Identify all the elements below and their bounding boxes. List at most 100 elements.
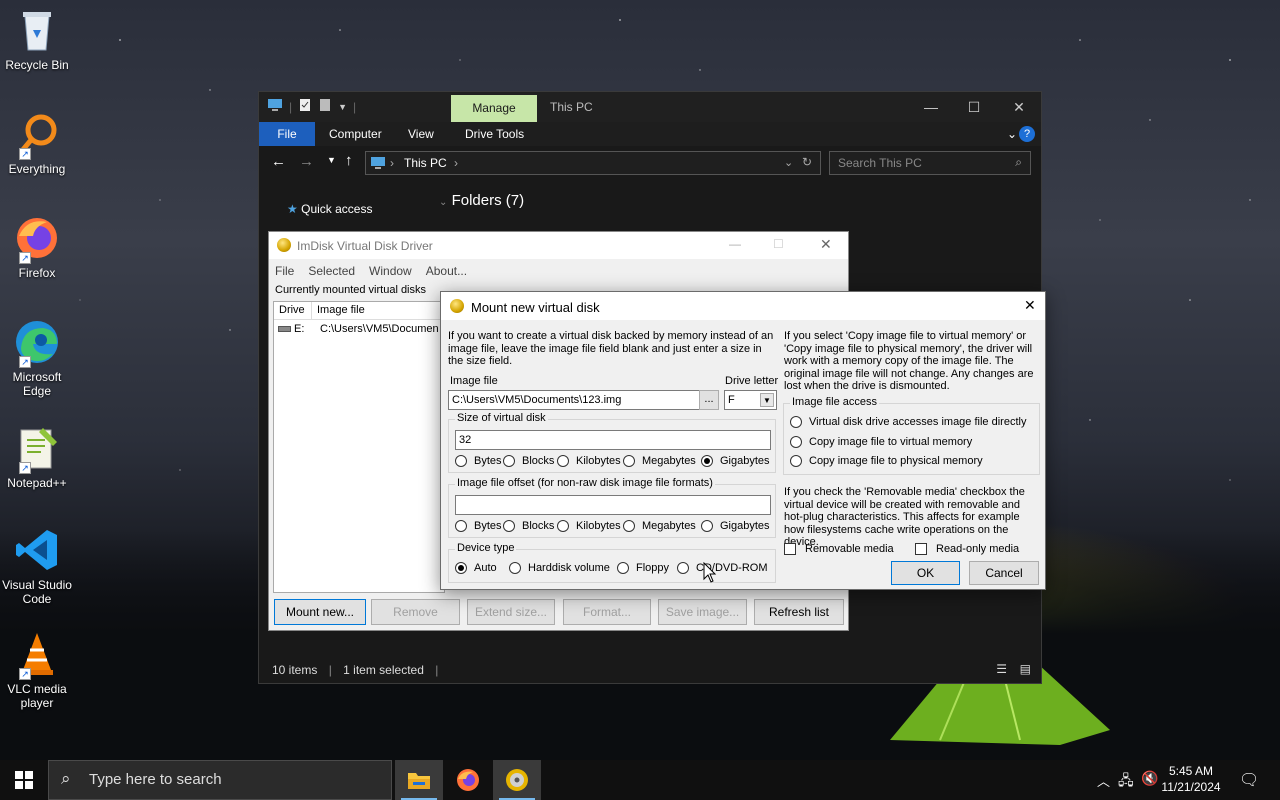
explorer-titlebar[interactable]: | ▼ | Manage This PC — ☐ ✕	[259, 92, 1041, 122]
offset-unit-bytes[interactable]: Bytes	[455, 520, 502, 532]
recent-locations-icon[interactable]: ▼	[327, 155, 336, 165]
device-type-harddisk[interactable]: Harddisk volume	[509, 562, 610, 574]
menu-file[interactable]: File	[275, 259, 294, 283]
tab-file[interactable]: File	[259, 122, 315, 146]
notifications-icon[interactable]: 🗨	[1239, 770, 1259, 790]
close-icon[interactable]: ✕	[820, 236, 832, 253]
offset-unit-kilobytes[interactable]: Kilobytes	[557, 520, 621, 532]
quick-access-dropdown-icon[interactable]: ▼	[338, 102, 347, 112]
desktop-icon-everything[interactable]: ↗ Everything	[0, 110, 74, 176]
tab-manage[interactable]: Manage	[451, 95, 537, 122]
offset-unit-megabytes[interactable]: Megabytes	[623, 520, 696, 532]
maximize-icon[interactable]: ☐	[773, 237, 784, 251]
desktop-icon-recycle-bin[interactable]: Recycle Bin	[0, 6, 74, 72]
image-file-input[interactable]: C:\Users\VM5\Documents\123.img	[448, 390, 700, 410]
back-arrow-icon[interactable]: ←	[271, 153, 286, 170]
vscode-icon	[13, 526, 61, 574]
toolbar-divider: |	[289, 99, 293, 114]
folders-heading[interactable]: ⌄ Folders (7)	[439, 192, 524, 209]
size-input[interactable]: 32	[455, 430, 771, 450]
mount-new-button[interactable]: Mount new...	[274, 599, 366, 625]
desktop-icon-vscode[interactable]: Visual Studio Code	[0, 526, 74, 606]
drive-letter-select[interactable]: F ▼	[724, 390, 777, 410]
tab-drive-tools[interactable]: Drive Tools	[455, 122, 534, 146]
taskbar-clock[interactable]: 5:45 AM 11/21/2024	[1160, 763, 1222, 795]
column-header-drive[interactable]: Drive	[274, 302, 312, 319]
device-type-cdrom[interactable]: CD/DVD-ROM	[677, 562, 768, 574]
remove-button[interactable]: Remove	[371, 599, 460, 625]
mounted-disks-list[interactable]: Drive Image file E: C:\Users\VM5\Documen	[273, 301, 445, 593]
removable-media-checkbox[interactable]: Removable media	[784, 543, 894, 555]
cancel-button[interactable]: Cancel	[969, 561, 1039, 585]
radio-label: Bytes	[474, 520, 502, 532]
minimize-icon[interactable]: —	[921, 97, 941, 117]
windows-start-icon[interactable]	[15, 771, 33, 792]
menu-selected[interactable]: Selected	[308, 259, 355, 283]
taskbar-imdisk[interactable]	[493, 760, 541, 800]
help-icon[interactable]: ?	[1019, 126, 1035, 142]
format-button[interactable]: Format...	[563, 599, 651, 625]
menu-window[interactable]: Window	[369, 259, 412, 283]
table-row[interactable]: E: C:\Users\VM5\Documen	[274, 320, 444, 338]
mount-dialog-titlebar[interactable]: Mount new virtual disk ✕	[441, 292, 1045, 320]
volume-muted-icon[interactable]: 🔇	[1141, 770, 1158, 787]
details-view-icon[interactable]: ☰	[996, 662, 1007, 676]
radio-icon	[503, 455, 515, 467]
refresh-list-button[interactable]: Refresh list	[754, 599, 844, 625]
radio-label: Floppy	[636, 562, 670, 574]
new-folder-icon[interactable]	[318, 98, 332, 115]
breadcrumb-this-pc[interactable]: This PC	[404, 156, 447, 170]
address-dropdown-icon[interactable]: ⌄	[784, 156, 793, 169]
desktop-icon-vlc[interactable]: ↗ VLC media player	[0, 630, 74, 710]
size-unit-kilobytes[interactable]: Kilobytes	[557, 455, 621, 467]
extend-size-button[interactable]: Extend size...	[467, 599, 555, 625]
refresh-icon[interactable]: ↻	[802, 155, 812, 169]
desktop-icon-firefox[interactable]: ↗ Firefox	[0, 214, 74, 280]
offset-unit-gigabytes[interactable]: Gigabytes	[701, 520, 770, 532]
save-image-button[interactable]: Save image...	[658, 599, 747, 625]
mount-dialog[interactable]: Mount new virtual disk ✕ If you want to …	[440, 291, 1046, 590]
device-type-floppy[interactable]: Floppy	[617, 562, 669, 574]
image-access-group: Image file access Virtual disk drive acc…	[783, 396, 1040, 475]
ok-button[interactable]: OK	[891, 561, 960, 585]
properties-icon[interactable]	[298, 98, 312, 115]
offset-input[interactable]	[455, 495, 771, 515]
menu-about[interactable]: About...	[426, 259, 467, 283]
radio-icon	[790, 436, 802, 448]
access-virtual-memory[interactable]: Copy image file to virtual memory	[790, 436, 972, 448]
search-input[interactable]: Search This PC ⌕	[829, 151, 1031, 175]
size-unit-gigabytes[interactable]: Gigabytes	[701, 455, 770, 467]
size-unit-megabytes[interactable]: Megabytes	[623, 455, 696, 467]
size-unit-bytes[interactable]: Bytes	[455, 455, 502, 467]
tiles-view-icon[interactable]: ▤	[1020, 662, 1031, 676]
taskbar-firefox[interactable]	[444, 760, 492, 800]
offset-unit-blocks[interactable]: Blocks	[503, 520, 554, 532]
tab-view[interactable]: View	[398, 122, 444, 146]
desktop-icon-notepadpp[interactable]: ↗ Notepad++	[0, 424, 74, 490]
forward-arrow-icon[interactable]: →	[299, 153, 314, 170]
network-icon[interactable]: 🖧	[1118, 770, 1134, 794]
browse-button[interactable]: ...	[699, 390, 719, 410]
desktop-icon-edge[interactable]: ↗ Microsoft Edge	[0, 318, 74, 398]
column-header-image-file[interactable]: Image file	[312, 302, 442, 319]
size-unit-blocks[interactable]: Blocks	[503, 455, 554, 467]
chevron-up-icon[interactable]: ︿	[1097, 771, 1110, 790]
taskbar-file-explorer[interactable]	[395, 760, 443, 800]
tab-computer[interactable]: Computer	[319, 122, 392, 146]
device-type-auto[interactable]: Auto	[455, 562, 497, 574]
access-direct[interactable]: Virtual disk drive accesses image file d…	[790, 416, 1026, 428]
imdisk-titlebar[interactable]: ImDisk Virtual Disk Driver — ☐ ✕	[269, 232, 848, 259]
close-icon[interactable]: ✕	[1009, 97, 1029, 117]
image-file-label: Image file	[450, 375, 498, 387]
up-arrow-icon[interactable]: ↑	[345, 152, 353, 169]
maximize-icon[interactable]: ☐	[964, 97, 984, 117]
breadcrumb-separator-icon[interactable]: ›	[454, 156, 458, 170]
notepadpp-icon: ↗	[13, 424, 61, 474]
access-physical-memory[interactable]: Copy image file to physical memory	[790, 455, 983, 467]
read-only-checkbox[interactable]: Read-only media	[915, 543, 1019, 555]
address-bar[interactable]: › This PC › ⌄ ↻	[365, 151, 821, 175]
nav-quick-access[interactable]: ★ Quick access	[287, 202, 372, 216]
close-icon[interactable]: ✕	[1024, 297, 1036, 314]
minimize-icon[interactable]: —	[729, 237, 741, 251]
taskbar-search-input[interactable]: ⌕ Type here to search	[48, 760, 392, 800]
